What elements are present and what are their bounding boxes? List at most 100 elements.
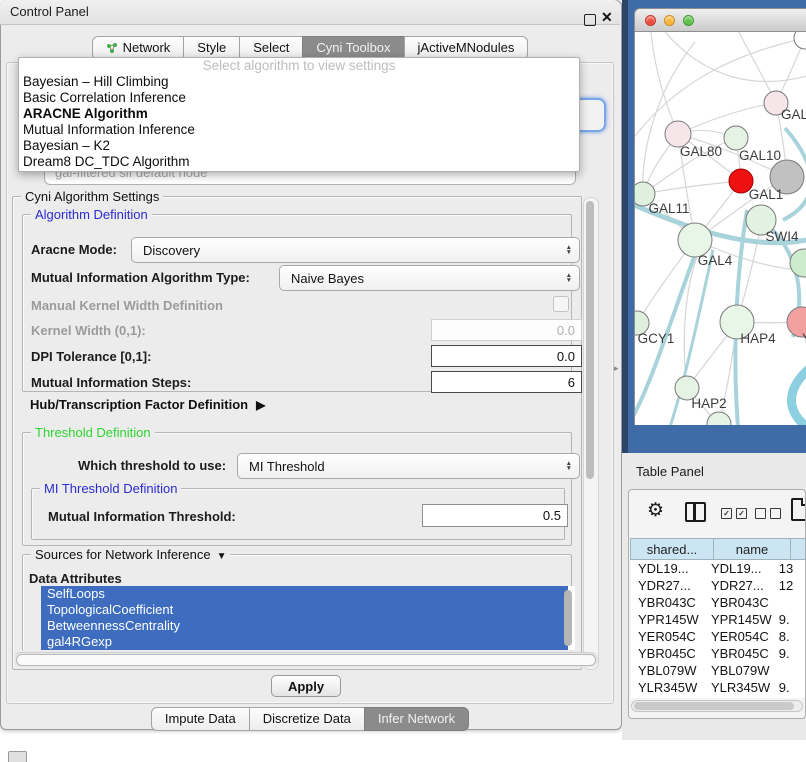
sources-group-title[interactable]: Sources for Network Inference▼: [31, 547, 230, 562]
aracne-mode-label: Aracne Mode:: [31, 242, 117, 257]
tab-discretize-data[interactable]: Discretize Data: [249, 707, 365, 731]
table-cell: YBL079W: [704, 662, 772, 679]
split-columns-icon[interactable]: [685, 502, 706, 522]
table-row[interactable]: YBR043CYBR043C: [631, 594, 806, 611]
screen: Control Panel ✕ NetworkStyleSelectCyni T…: [0, 0, 806, 762]
collapsed-arrow-icon: ▶: [256, 398, 265, 412]
column-header[interactable]: name: [713, 538, 791, 560]
network-node-label: Y: [802, 331, 806, 346]
table-cell: YBR043C: [631, 594, 704, 611]
data-attributes-list: SelfLoopsTopologicalCoefficientBetweenne…: [41, 586, 575, 650]
network-node-label: HAP4: [740, 331, 776, 346]
algorithm-option[interactable]: Bayesian – Hill Climbing: [19, 74, 579, 90]
table-body: YDL19...YDL19...13YDR27...YDR27...12YBR0…: [631, 560, 806, 698]
kernel-width-label: Kernel Width (0,1):: [31, 323, 146, 338]
network-window-titlebar[interactable]: [634, 8, 806, 32]
combo-arrows-icon: ▲▼: [566, 273, 572, 283]
mi-threshold-field[interactable]: 0.5: [422, 504, 568, 527]
table-row[interactable]: YIL052CYIL052C9: [631, 696, 806, 698]
table-cell: YER054C: [631, 628, 704, 645]
scrollbar-thumb[interactable]: [16, 654, 596, 666]
attribute-item[interactable]: TopologicalCoefficient: [41, 602, 568, 618]
table-row[interactable]: YLR345WYLR345W9.: [631, 679, 806, 696]
network-node-label: SWI4: [765, 229, 798, 244]
kernel-width-field[interactable]: 0.0: [431, 319, 582, 341]
algorithm-option[interactable]: ARACNE Algorithm: [19, 106, 579, 122]
unchecked-pair-icon[interactable]: [755, 508, 781, 519]
which-threshold-combo[interactable]: MI Threshold ▲▼: [237, 453, 580, 479]
tab-impute-data[interactable]: Impute Data: [151, 707, 250, 731]
network-node-label: GAL80: [680, 144, 722, 159]
hub-factor-section-toggle[interactable]: Hub/Transcription Factor Definition▶: [30, 397, 265, 412]
attribute-item[interactable]: SelfLoops: [41, 586, 568, 602]
settings-vertical-scrollbar[interactable]: [583, 197, 599, 670]
close-icon[interactable]: ✕: [601, 10, 613, 24]
algorithm-option[interactable]: Dream8 DC_TDC Algorithm: [19, 154, 579, 170]
zoom-traffic-light-icon[interactable]: [683, 15, 694, 26]
apply-button[interactable]: Apply: [271, 675, 341, 697]
checked-pair-icon[interactable]: ✓✓: [721, 508, 747, 519]
table-row[interactable]: YER054CYER054C8.: [631, 628, 806, 645]
float-window-icon[interactable]: [584, 14, 596, 26]
column-header[interactable]: A: [790, 538, 806, 560]
table-row[interactable]: YPR145WYPR145W9.: [631, 611, 806, 628]
manual-kernel-checkbox[interactable]: [553, 296, 569, 312]
table-horizontal-scrollbar[interactable]: [631, 700, 803, 712]
sources-group: Sources for Network Inference▼ Data Attr…: [22, 554, 572, 651]
algorithm-option[interactable]: Bayesian – K2: [19, 138, 579, 154]
scrollbar-thumb[interactable]: [634, 702, 794, 710]
algorithm-definition-title: Algorithm Definition: [31, 207, 152, 222]
scrollbar-thumb[interactable]: [586, 201, 594, 479]
table-panel-window: Table Panel ⚙ ✓✓ shared...nameA YDL19...…: [622, 453, 806, 740]
tab-label: jActiveMNodules: [418, 37, 515, 59]
mi-threshold-value: 0.5: [543, 508, 561, 523]
cyni-algorithm-settings-title: Cyni Algorithm Settings: [21, 189, 163, 204]
algorithm-dropdown-placeholder: Select algorithm to view settings: [19, 58, 579, 74]
table-cell: YDL19...: [631, 560, 704, 577]
panel-splitter-handle[interactable]: ▸: [614, 363, 619, 374]
table-cell: YBR045C: [631, 645, 704, 662]
network-node[interactable]: [707, 412, 731, 425]
aracne-mode-combo[interactable]: Discovery ▲▼: [131, 237, 580, 263]
network-canvas[interactable]: GALGAL80GAL10GAL1GAL11SWI4GAL4GCY1HAP4YH…: [634, 32, 806, 425]
document-icon[interactable]: [791, 498, 806, 521]
table-cell: YBR045C: [704, 645, 772, 662]
network-node[interactable]: [794, 32, 806, 49]
algorithm-option[interactable]: Mutual Information Inference: [19, 122, 579, 138]
network-node[interactable]: [724, 126, 748, 150]
network-node[interactable]: [678, 223, 712, 257]
table-cell: YER054C: [704, 628, 772, 645]
dpi-tolerance-field[interactable]: 0.0: [431, 345, 582, 367]
mi-type-combo[interactable]: Naive Bayes ▲▼: [279, 265, 580, 291]
minimized-window-icon[interactable]: [8, 751, 27, 762]
table-cell: YPR145W: [704, 611, 772, 628]
network-edge: [791, 360, 806, 425]
close-traffic-light-icon[interactable]: [645, 15, 656, 26]
table-row[interactable]: YDR27...YDR27...12: [631, 577, 806, 594]
table-cell: YDL19...: [704, 560, 772, 577]
tab-label: Impute Data: [165, 708, 236, 730]
attribute-item[interactable]: BetweennessCentrality: [41, 618, 568, 634]
table-cell: YLR345W: [631, 679, 704, 696]
column-header[interactable]: shared...: [630, 538, 714, 560]
settings-horizontal-scrollbar[interactable]: [14, 652, 598, 667]
algorithm-option[interactable]: Basic Correlation Inference: [19, 90, 579, 106]
table-cell: YIL052C: [704, 696, 772, 698]
gear-icon[interactable]: ⚙: [647, 500, 664, 522]
mi-steps-field[interactable]: 6: [431, 371, 582, 393]
table-row[interactable]: YBL079WYBL079W: [631, 662, 806, 679]
tab-label: Discretize Data: [263, 708, 351, 730]
table-row[interactable]: YDL19...YDL19...13: [631, 560, 806, 577]
scrollbar-thumb[interactable]: [564, 590, 572, 646]
dpi-tolerance-value: 0.0: [557, 349, 575, 364]
list-scrollbar[interactable]: [564, 588, 574, 648]
tab-label: Network: [123, 37, 171, 59]
combo-arrows-icon: ▲▼: [566, 461, 572, 471]
tab-label: Cyni Toolbox: [316, 37, 390, 59]
table-row[interactable]: YBR045CYBR045C9.: [631, 645, 806, 662]
minimize-traffic-light-icon[interactable]: [664, 15, 675, 26]
network-node[interactable]: [790, 249, 806, 277]
attribute-item[interactable]: gal4RGexp: [41, 634, 568, 650]
tab-infer-network[interactable]: Infer Network: [364, 707, 469, 731]
tab-label: Select: [253, 37, 289, 59]
